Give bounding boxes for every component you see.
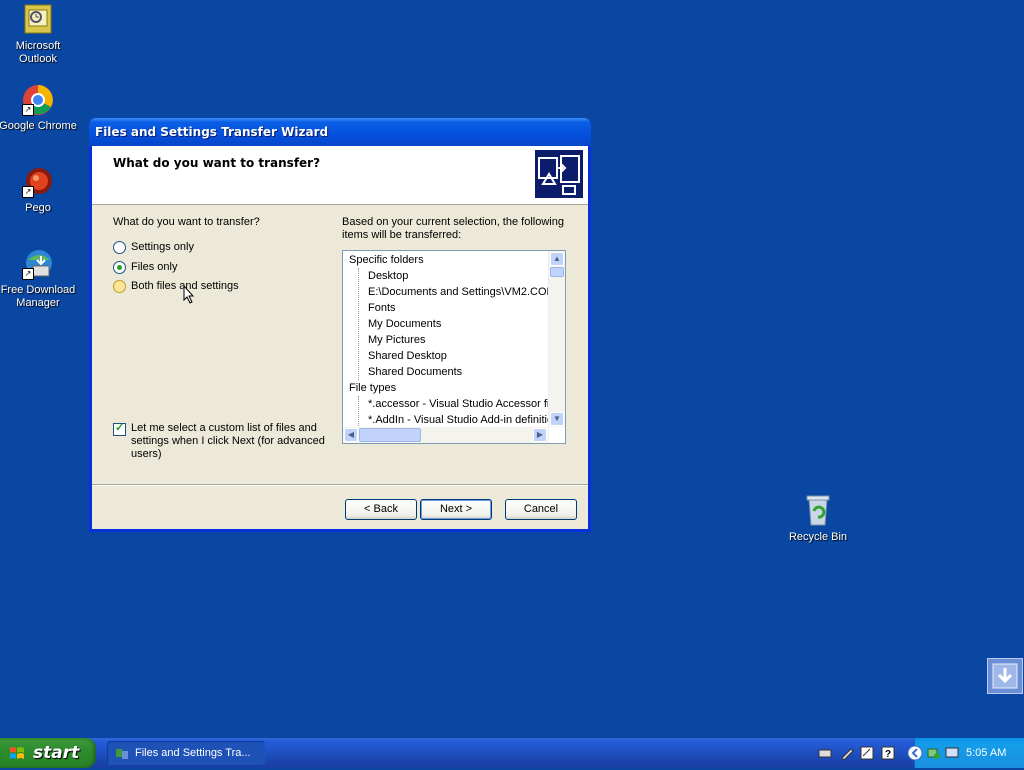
header-question: What do you want to transfer? <box>113 156 321 170</box>
radio-label: Settings only <box>131 241 194 253</box>
recycle-bin-icon <box>802 493 834 527</box>
outlook-icon <box>22 4 54 36</box>
radio-button[interactable] <box>113 279 126 293</box>
wizard-window: Files and Settings Transfer Wizard What … <box>89 118 591 532</box>
horizontal-scrollbar[interactable]: ◀ ▶ <box>343 427 549 443</box>
pego-icon: ↗ <box>22 166 54 198</box>
list-item[interactable]: Desktop <box>368 268 408 284</box>
cancel-button[interactable]: Cancel <box>505 499 577 520</box>
desktop-icon-pego[interactable]: ↗ Pego <box>0 166 78 215</box>
shortcut-arrow-icon: ↗ <box>22 186 34 198</box>
custom-list-checkbox[interactable]: Let me select a custom list of files and… <box>113 421 328 461</box>
keyboard-icon[interactable] <box>818 746 832 760</box>
list-group-header: Specific folders <box>349 254 424 266</box>
pen-tool-icon[interactable] <box>840 746 854 760</box>
windows-logo-icon <box>10 747 24 759</box>
scroll-right-icon[interactable]: ▶ <box>533 428 547 442</box>
list-item[interactable]: Shared Desktop <box>368 348 447 364</box>
radio-both-files-and-settings[interactable]: Both files and settings <box>113 278 239 294</box>
window-title: Files and Settings Transfer Wizard <box>95 125 329 139</box>
scroll-left-icon[interactable]: ◀ <box>344 428 358 442</box>
radio-files-only[interactable]: Files only <box>113 259 177 275</box>
svg-text:?: ? <box>885 749 891 760</box>
back-button[interactable]: < Back <box>345 499 417 520</box>
list-item[interactable]: *.accessor - Visual Studio Accessor file <box>368 396 558 412</box>
edit-icon[interactable] <box>860 746 874 760</box>
mouse-cursor-icon <box>183 284 197 308</box>
transfer-prompt: What do you want to transfer? <box>113 216 260 228</box>
list-item[interactable]: Fonts <box>368 300 396 316</box>
scroll-up-icon[interactable]: ▲ <box>550 252 564 266</box>
radio-label: Files only <box>131 261 178 273</box>
list-item[interactable]: My Documents <box>368 316 441 332</box>
start-button[interactable]: start <box>0 738 96 768</box>
desktop-icon-outlook[interactable]: Microsoft Outlook <box>0 4 78 66</box>
list-item[interactable]: *.AddIn - Visual Studio Add-in definitio… <box>368 412 559 428</box>
radio-settings-only[interactable]: Settings only <box>113 239 194 255</box>
window-titlebar[interactable]: Files and Settings Transfer Wizard <box>89 118 591 146</box>
chrome-icon: ↗ <box>22 84 54 116</box>
next-button[interactable]: Next > <box>420 499 492 520</box>
transfer-items-list[interactable]: Specific folders Desktop E:\Documents an… <box>342 250 566 444</box>
checkbox-label: Let me select a custom list of files and… <box>131 422 325 460</box>
network-icon[interactable] <box>927 746 941 760</box>
radio-button[interactable] <box>113 240 126 254</box>
transfer-items-prompt: Based on your current selection, the fol… <box>342 216 564 241</box>
scroll-thumb[interactable] <box>359 428 421 442</box>
desktop-icon-chrome[interactable]: ↗ Google Chrome <box>0 84 78 133</box>
shortcut-arrow-icon: ↗ <box>22 104 34 116</box>
list-item[interactable]: Shared Documents <box>368 364 462 380</box>
button-separator <box>92 484 588 486</box>
wizard-small-icon <box>115 746 129 770</box>
checkbox[interactable] <box>113 421 126 436</box>
list-group-header: File types <box>349 382 397 394</box>
desktop-icon-fdm[interactable]: ↗ Free Download Manager <box>0 248 78 310</box>
transfer-wizard-icon <box>535 150 583 198</box>
vertical-scrollbar[interactable]: ▲ ▼ <box>548 251 565 427</box>
wizard-header: What do you want to transfer? <box>92 146 588 205</box>
tray-expand-icon[interactable] <box>907 745 923 761</box>
shortcut-arrow-icon: ↗ <box>22 268 34 280</box>
radio-button[interactable] <box>113 260 126 274</box>
desktop-icon-recycle-bin[interactable]: Recycle Bin <box>778 493 858 543</box>
scroll-down-icon[interactable]: ▼ <box>550 412 564 426</box>
display-icon[interactable] <box>945 746 959 760</box>
download-manager-icon: ↗ <box>22 248 54 280</box>
window-client: What do you want to transfer? What do yo… <box>92 146 588 529</box>
taskbar: start Files and Settings Tra... ? 5:05 A… <box>0 738 1024 768</box>
scroll-thumb[interactable] <box>550 267 564 277</box>
list-item[interactable]: E:\Documents and Settings\VM2.COL <box>368 284 553 300</box>
list-item[interactable]: My Pictures <box>368 332 425 348</box>
download-arrow-icon[interactable] <box>987 658 1023 694</box>
help-icon[interactable]: ? <box>881 746 895 760</box>
taskbar-item-transfer-wizard[interactable]: Files and Settings Tra... <box>107 741 265 765</box>
clock[interactable]: 5:05 AM <box>966 738 1006 768</box>
